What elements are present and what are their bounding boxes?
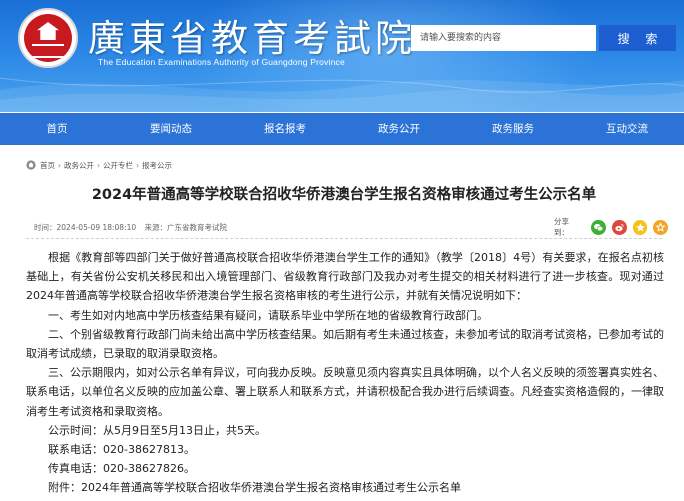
logo-emblem-icon [24,14,72,62]
nav-item-registration[interactable]: 报名报考 [228,113,342,145]
nav-item-home[interactable]: 首页 [0,113,114,145]
attachment-line: 附件：2024年普通高等学校联合招收华侨港澳台学生报名资格审核通过考生公示名单 [26,478,664,497]
publish-time: 时间：2024-05-09 18:08:10 [34,223,137,232]
search-input[interactable] [411,25,596,51]
fax-number: 传真电话：020-38627826。 [48,462,195,476]
article-body: 根据《教育部等四部门关于做好普通高校联合招收华侨港澳台学生工作的通知》（教学〔2… [26,248,664,498]
nav-item-services[interactable]: 政务服务 [456,113,570,145]
article-paragraph-item-2: 二、个别省级教育行政部门尚未给出高中学历核查结果。如后期有考生未通过核查，未参加… [26,327,664,361]
breadcrumb-home[interactable]: 首页 [40,160,55,171]
site-title[interactable]: 廣東省教育考試院 [88,8,416,62]
home-icon [26,160,36,170]
nav-item-government-affairs[interactable]: 政务公开 [342,113,456,145]
article-paragraph-item-3: 三、公示期限内，如对公示名单有异议，可向我办反映。反映意见须内容真实且具体明确，… [26,366,664,418]
weibo-share-icon[interactable] [612,219,627,235]
site-subtitle: The Education Examinations Authority of … [98,57,345,67]
title-divider [26,238,662,239]
main-nav: 首页 要闻动态 报名报考 政务公开 政务服务 互动交流 [0,113,684,145]
search-button[interactable]: 搜 索 [599,25,676,51]
article-title: 2024年普通高等学校联合招收华侨港澳台学生报名资格审核通过考生公示名单 [91,187,597,203]
share-label: 分享到： [554,217,569,237]
attachment-link[interactable]: 附件：2024年普通高等学校联合招收华侨港澳台学生报名资格审核通过考生公示名单 [48,481,461,494]
header-waves-decoration [0,77,684,112]
breadcrumb-exam-announcement[interactable]: 报考公示 [142,160,172,171]
article-paragraph-item-1: 一、考生如对内地高中学历核查结果有疑问，请联系毕业中学所在地的省级教育行政部门。 [48,308,488,322]
site-header: 廣東省教育考試院 The Education Examinations Auth… [0,0,684,112]
breadcrumb-public-column[interactable]: 公开专栏 [103,160,133,171]
share-bar: 分享到： [554,216,674,238]
breadcrumb-separator: › [58,160,61,170]
site-logo[interactable] [18,8,78,68]
breadcrumb-government-affairs[interactable]: 政务公开 [64,160,94,171]
nav-item-news[interactable]: 要闻动态 [114,113,228,145]
announcement-period: 公示时间：从5月9日至5月13日止，共5天。 [48,423,266,437]
nav-item-interaction[interactable]: 互动交流 [570,113,684,145]
wechat-share-icon[interactable] [591,219,606,235]
breadcrumb: 首页 › 政务公开 › 公开专栏 › 报考公示 [26,158,172,172]
breadcrumb-separator: › [136,160,139,170]
article-meta: 时间：2024-05-09 18:08:10 来源：广东省教育考试院 [34,222,227,233]
breadcrumb-separator: › [97,160,100,170]
article-paragraph-intro: 根据《教育部等四部门关于做好普通高校联合招收华侨港澳台学生工作的通知》（教学〔2… [26,251,664,303]
article-source: 来源：广东省教育考试院 [144,223,228,232]
qzone-share-icon[interactable] [632,219,648,235]
contact-phone: 联系电话：020-38627813。 [48,443,195,457]
favorite-share-icon[interactable] [653,219,669,235]
